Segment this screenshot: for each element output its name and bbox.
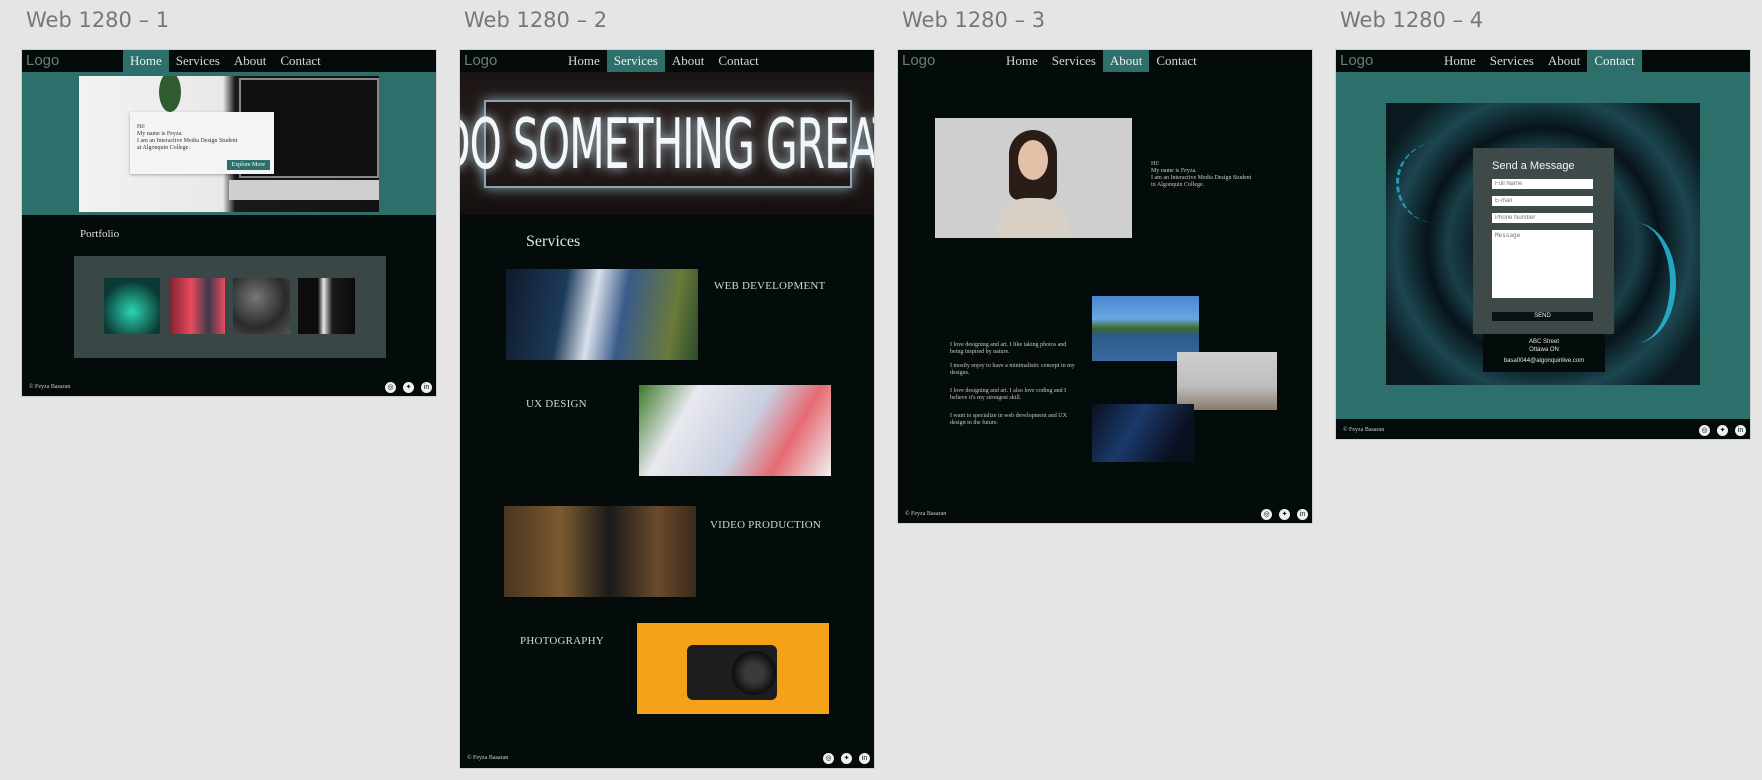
nav-home[interactable]: Home <box>561 50 607 72</box>
portfolio-item[interactable] <box>169 278 225 334</box>
footer-copyright: © Feyza Basaran <box>905 511 947 517</box>
service-label-ux: UX DESIGN <box>526 398 587 410</box>
nav-contact[interactable]: Contact <box>273 50 327 72</box>
footer <box>1336 419 1750 439</box>
nav-home[interactable]: Home <box>123 50 169 72</box>
footer-copyright: © Feyza Basaran <box>1343 427 1385 433</box>
frame-title-1: Web 1280 – 1 <box>26 8 170 32</box>
frame-title-4: Web 1280 – 4 <box>1340 8 1484 32</box>
contact-form-panel: Send a Message SEND <box>1473 148 1614 334</box>
address-line: ABC Street <box>1528 339 1559 345</box>
nav-about[interactable]: About <box>227 50 274 72</box>
frame-contact: Logo Home Services About Contact Send a … <box>1335 49 1751 440</box>
services-title: Services <box>526 233 581 250</box>
service-label-web: WEB DEVELOPMENT <box>714 280 826 292</box>
about-paragraph: I want to specialize in web development … <box>950 413 1067 426</box>
twitter-icon[interactable]: ✦ <box>1717 425 1728 436</box>
full-name-input[interactable] <box>1492 179 1593 189</box>
nav-about[interactable]: About <box>1102 50 1150 72</box>
portfolio-panel <box>74 256 386 358</box>
twitter-icon[interactable]: ✦ <box>841 753 852 764</box>
intro-card: Hi! My name is Feyza. I am an Interactiv… <box>130 112 274 174</box>
service-image-photo <box>637 623 829 714</box>
about-paragraph: I love designing and art. I like taking … <box>950 342 1067 355</box>
nav-services[interactable]: Services <box>1483 50 1541 72</box>
about-paragraph: I love designing and art. I also love co… <box>950 388 1067 401</box>
phone-input[interactable] <box>1492 213 1593 223</box>
send-button[interactable]: SEND <box>1492 312 1593 321</box>
email-input[interactable] <box>1492 196 1593 206</box>
nav-services[interactable]: Services <box>606 50 665 72</box>
linkedin-icon[interactable]: in <box>1297 509 1308 520</box>
nav-about[interactable]: About <box>1541 50 1588 72</box>
nav-contact[interactable]: Contact <box>1587 50 1642 72</box>
email-link[interactable]: basa0044@algonquinlive.com <box>1483 357 1605 365</box>
services-hero-image: DO SOMETHING GREAT <box>460 72 875 215</box>
frame-title-2: Web 1280 – 2 <box>464 8 608 32</box>
twitter-icon[interactable]: ✦ <box>403 382 414 393</box>
nav-services[interactable]: Services <box>1045 50 1103 72</box>
linkedin-icon[interactable]: in <box>859 753 870 764</box>
logo[interactable]: Logo <box>1340 52 1373 69</box>
frame-title-3: Web 1280 – 3 <box>902 8 1046 32</box>
contact-address: ABC Street Ottawa ON basa0044@algonquinl… <box>1483 334 1605 372</box>
profile-photo <box>935 118 1132 238</box>
linkedin-icon[interactable]: in <box>421 382 432 393</box>
linkedin-icon[interactable]: in <box>1735 425 1746 436</box>
service-image-web <box>506 269 698 360</box>
about-intro-line: I am an Interactive Media Design Student <box>1151 175 1252 181</box>
about-intro-line: My name is Feyza. <box>1151 168 1197 174</box>
intro-line: at Algonquin College. <box>137 145 190 151</box>
instagram-icon[interactable]: ◎ <box>823 753 834 764</box>
message-textarea[interactable] <box>1492 230 1593 298</box>
frame-home: Logo Home Services About Contact Hi! My … <box>21 49 437 397</box>
instagram-icon[interactable]: ◎ <box>385 382 396 393</box>
intro-line: My name is Feyza. <box>137 131 183 137</box>
logo[interactable]: Logo <box>26 52 59 69</box>
portfolio-title: Portfolio <box>80 228 120 240</box>
portfolio-item[interactable] <box>233 278 290 334</box>
about-image-cups <box>1177 352 1277 410</box>
nav-bar: Logo Home Services About Contact <box>1336 50 1750 72</box>
nav-contact[interactable]: Contact <box>1149 50 1203 72</box>
service-label-photo: PHOTOGRAPHY <box>520 635 604 647</box>
logo[interactable]: Logo <box>902 52 935 69</box>
logo[interactable]: Logo <box>464 52 497 69</box>
form-title: Send a Message <box>1492 160 1575 172</box>
service-image-ux <box>639 385 831 476</box>
intro-line: Hi! <box>137 124 145 130</box>
frame-about: Logo Home Services About Contact Hi! My … <box>897 49 1313 524</box>
about-paragraph: I mostly enjoy to have a minimalistic co… <box>950 363 1075 376</box>
about-image-laptop <box>1092 404 1194 462</box>
nav-bar: Logo Home Services About Contact <box>22 50 436 72</box>
explore-more-button[interactable]: Explore More <box>226 160 270 170</box>
nav-bar: Logo Home Services About Contact <box>460 50 874 72</box>
nav-home[interactable]: Home <box>999 50 1045 72</box>
instagram-icon[interactable]: ◎ <box>1699 425 1710 436</box>
portfolio-item[interactable] <box>298 278 355 334</box>
about-intro-line: in Algonquin College. <box>1151 182 1205 188</box>
twitter-icon[interactable]: ✦ <box>1279 509 1290 520</box>
intro-line: I am an Interactive Media Design Student <box>137 138 238 144</box>
frame-services: Logo Home Services About Contact DO SOME… <box>459 49 875 769</box>
address-line: Ottawa ON <box>1529 347 1559 353</box>
service-image-video <box>504 506 696 597</box>
nav-about[interactable]: About <box>665 50 712 72</box>
about-intro-line: Hi! <box>1151 161 1159 167</box>
nav-services[interactable]: Services <box>169 50 227 72</box>
service-label-video: VIDEO PRODUCTION <box>710 519 822 531</box>
nav-home[interactable]: Home <box>1437 50 1483 72</box>
footer-copyright: © Feyza Basaran <box>29 384 71 390</box>
portfolio-item[interactable] <box>104 278 160 334</box>
footer-copyright: © Feyza Basaran <box>467 755 509 761</box>
nav-bar: Logo Home Services About Contact <box>898 50 1312 72</box>
nav-contact[interactable]: Contact <box>711 50 765 72</box>
hero-neon-text: DO SOMETHING GREAT <box>460 103 875 185</box>
instagram-icon[interactable]: ◎ <box>1261 509 1272 520</box>
